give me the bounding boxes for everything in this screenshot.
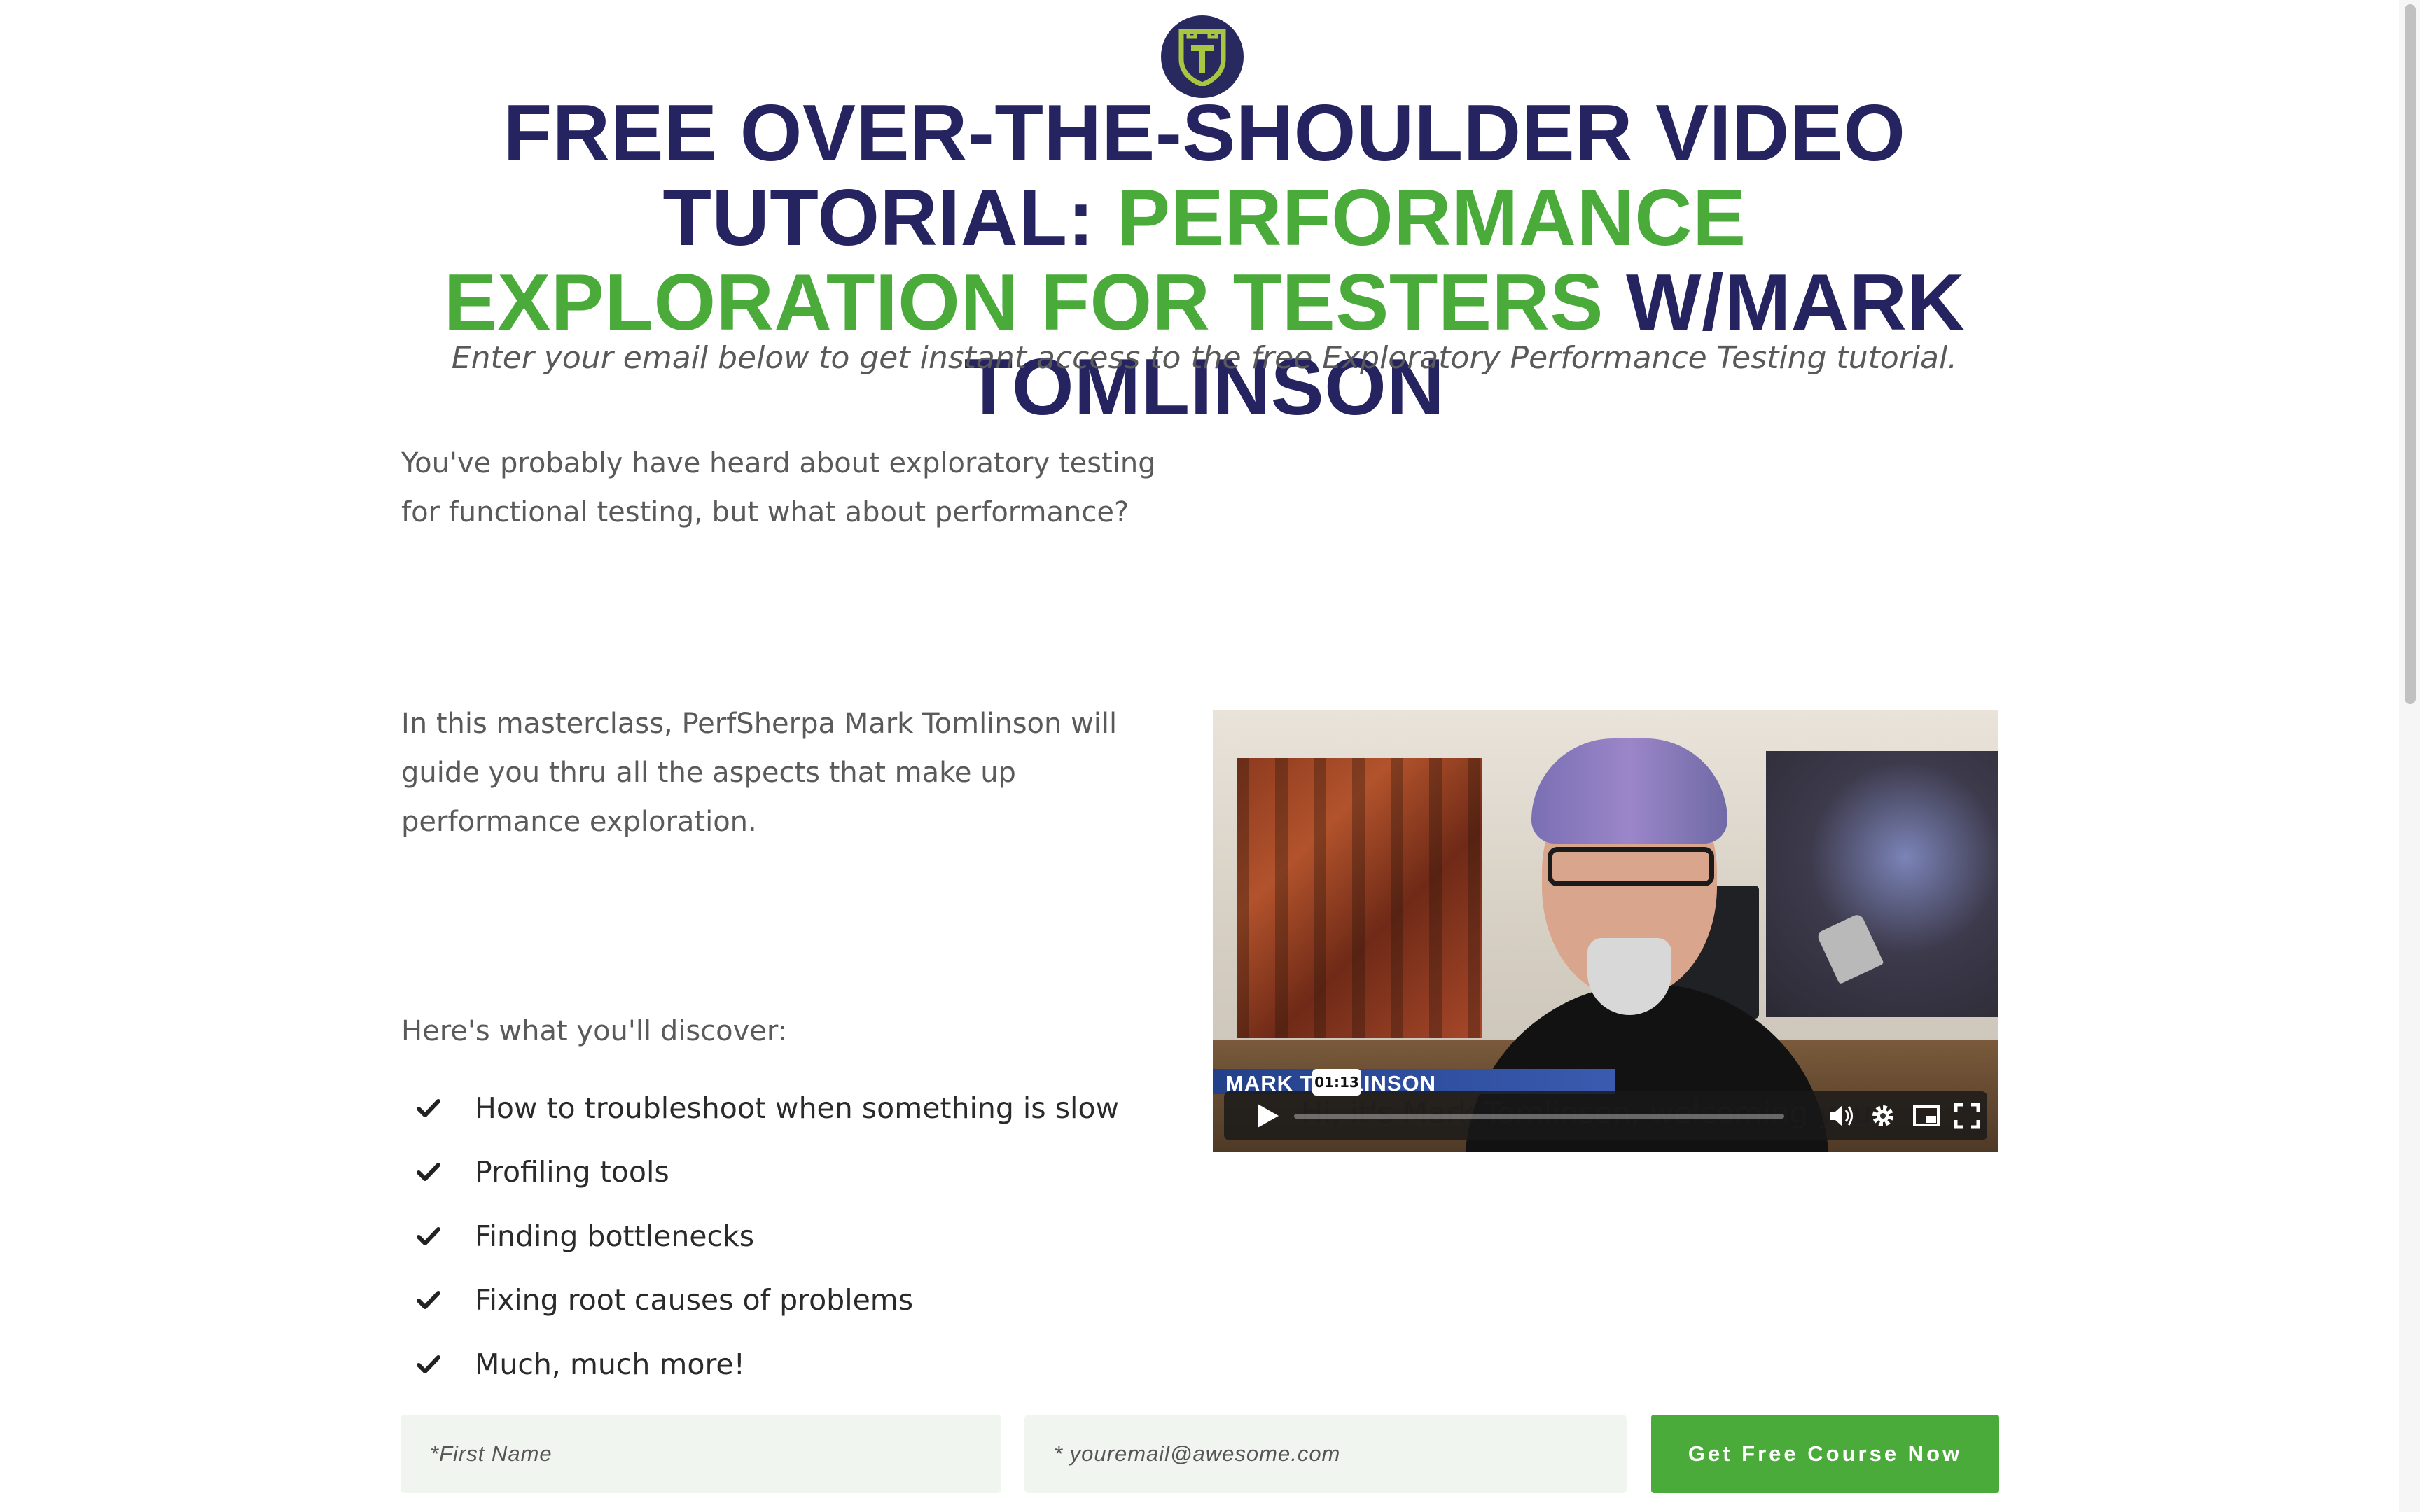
scrollbar-thumb[interactable] — [2405, 4, 2416, 704]
get-free-course-button[interactable]: Get Free Course Now — [1651, 1415, 1999, 1493]
fullscreen-button[interactable] — [1952, 1101, 1982, 1130]
benefit-text: Fixing root causes of problems — [475, 1283, 914, 1317]
brand-logo[interactable] — [1161, 15, 1244, 98]
play-button[interactable] — [1255, 1102, 1280, 1129]
page-scrollbar[interactable] — [2399, 0, 2420, 1512]
video-scrubber[interactable] — [1294, 1114, 1784, 1119]
benefits-list: How to troubleshoot when something is sl… — [417, 1076, 1187, 1396]
intro-paragraph: You've probably have heard about explora… — [401, 447, 1156, 528]
video-player[interactable]: MARK TOMLINSON Hi, it's Mark Tomlinson, … — [1213, 710, 1998, 1152]
list-item: Profiling tools — [417, 1140, 1187, 1205]
play-icon — [1258, 1104, 1279, 1128]
video-time-tooltip: 01:13 — [1312, 1069, 1361, 1096]
video-presenter-glasses — [1548, 847, 1714, 886]
shield-t-logo-icon — [1178, 29, 1226, 86]
checkmark-icon — [417, 1226, 440, 1245]
volume-button[interactable] — [1826, 1101, 1856, 1130]
first-name-field[interactable]: *First Name — [401, 1415, 1001, 1493]
benefit-text: Profiling tools — [475, 1155, 669, 1189]
video-presenter-hair — [1531, 738, 1727, 844]
checkmark-icon — [417, 1163, 440, 1182]
benefit-text: Finding bottlenecks — [475, 1219, 755, 1253]
video-lower-third: MARK TOMLINSON — [1213, 1069, 1615, 1096]
list-item: Finding bottlenecks — [417, 1204, 1187, 1268]
checkmark-icon — [417, 1098, 440, 1117]
page-headline: FREE OVER-THE-SHOULDER VIDEO TUTORIAL: P… — [378, 91, 2031, 430]
video-painting-right — [1766, 751, 1998, 1017]
checkmark-icon — [417, 1291, 440, 1310]
benefit-text: How to troubleshoot when something is sl… — [475, 1091, 1120, 1125]
email-field[interactable]: * youremail@awesome.com — [1024, 1415, 1627, 1493]
picture-in-picture-button[interactable] — [1912, 1101, 1941, 1130]
list-item: Fixing root causes of problems — [417, 1268, 1187, 1333]
video-caption: Hi, it's Mark Tomlinson, welcoming you — [1301, 1096, 1872, 1130]
fullscreen-icon — [1954, 1102, 1980, 1129]
discover-heading: Here's what you'll discover: — [401, 1015, 788, 1047]
settings-icon — [1872, 1105, 1893, 1126]
checkmark-icon — [417, 1354, 440, 1373]
masterclass-paragraph: In this masterclass, PerfSherpa Mark Tom… — [401, 708, 1118, 838]
benefit-text: Much, much more! — [475, 1347, 746, 1381]
video-painting-left — [1237, 758, 1482, 1038]
volume-icon — [1830, 1105, 1853, 1126]
list-item: Much, much more! — [417, 1332, 1187, 1396]
subheadline: Enter your email below to get instant ac… — [451, 340, 1958, 376]
video-controls: Hi, it's Mark Tomlinson, welcoming you — [1224, 1091, 1987, 1140]
list-item: How to troubleshoot when something is sl… — [417, 1076, 1187, 1140]
settings-button[interactable] — [1868, 1101, 1898, 1130]
picture-in-picture-icon — [1913, 1105, 1940, 1126]
